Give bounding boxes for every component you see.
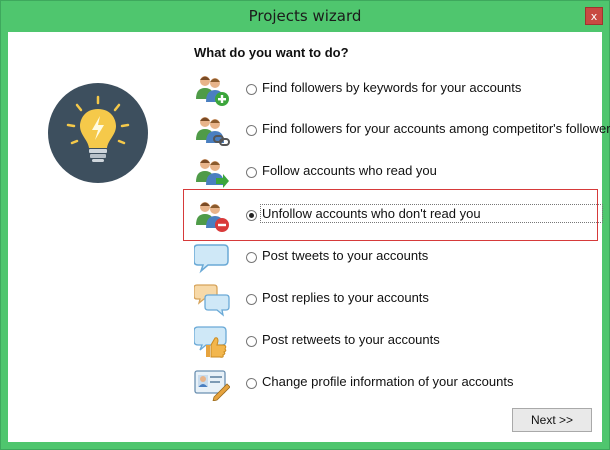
- lightbulb-icon: [48, 83, 148, 183]
- option-post-replies[interactable]: Post replies to your accounts: [193, 281, 599, 317]
- speech-bubble-icon: [193, 241, 230, 275]
- selected-option-highlight: [183, 189, 598, 241]
- users-add-icon: [194, 73, 230, 107]
- title-bar: Projects wizard x: [1, 1, 609, 32]
- speech-bubbles-icon: [193, 283, 230, 317]
- radio-button[interactable]: [246, 84, 257, 95]
- option-label[interactable]: Find followers by keywords for your acco…: [262, 80, 521, 95]
- users-follow-icon: [194, 156, 230, 190]
- option-post-retweets[interactable]: Post retweets to your accounts: [193, 323, 599, 359]
- option-post-tweets[interactable]: Post tweets to your accounts: [193, 239, 599, 275]
- option-label[interactable]: Change profile information of your accou…: [262, 374, 513, 389]
- radio-button[interactable]: [246, 167, 257, 178]
- wizard-body: What do you want to do? Find followers b…: [8, 32, 610, 442]
- option-label[interactable]: Follow accounts who read you: [262, 163, 437, 178]
- speech-thumbs-up-icon: [193, 325, 230, 359]
- next-button[interactable]: Next >>: [512, 408, 592, 432]
- window-title: Projects wizard: [248, 7, 362, 25]
- option-find-among-competitors[interactable]: Find followers for your accounts among c…: [194, 112, 610, 148]
- radio-button[interactable]: [246, 125, 257, 136]
- radio-button[interactable]: [246, 252, 257, 263]
- users-link-icon: [194, 114, 230, 148]
- option-label[interactable]: Post retweets to your accounts: [262, 332, 440, 347]
- option-label[interactable]: Find followers for your accounts among c…: [262, 121, 610, 136]
- close-button[interactable]: x: [585, 7, 603, 25]
- option-follow-readers[interactable]: Follow accounts who read you: [194, 154, 599, 190]
- option-label[interactable]: Post replies to your accounts: [262, 290, 429, 305]
- radio-button[interactable]: [246, 336, 257, 347]
- option-label[interactable]: Post tweets to your accounts: [262, 248, 428, 263]
- profile-card-icon: [194, 367, 231, 402]
- option-find-by-keywords[interactable]: Find followers by keywords for your acco…: [194, 71, 599, 107]
- option-change-profile[interactable]: Change profile information of your accou…: [194, 365, 599, 402]
- radio-button[interactable]: [246, 294, 257, 305]
- wizard-heading: What do you want to do?: [194, 45, 349, 60]
- radio-button[interactable]: [246, 378, 257, 389]
- wizard-window: Projects wizard x What do you want to do…: [0, 0, 610, 450]
